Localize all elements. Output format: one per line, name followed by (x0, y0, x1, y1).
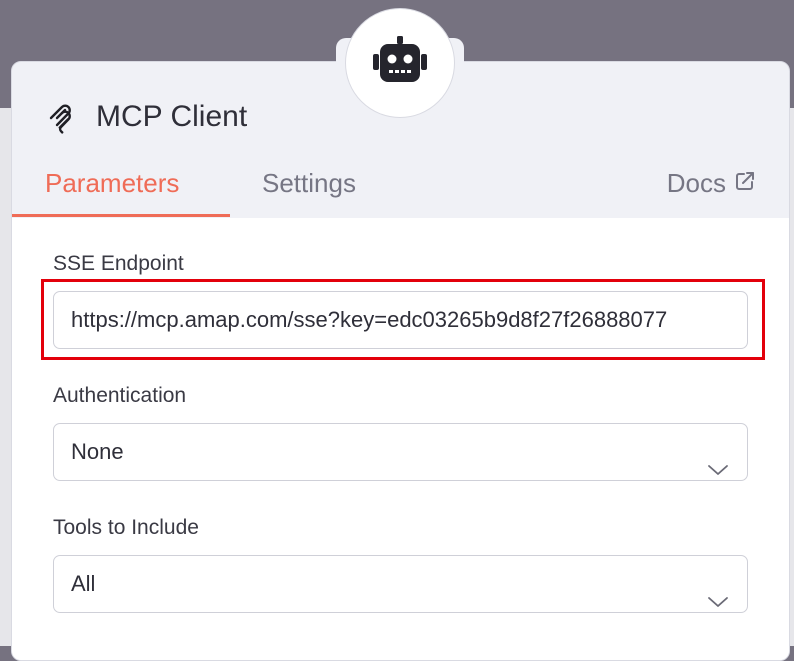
chevron-down-icon (707, 443, 729, 475)
sse-endpoint-label: SSE Endpoint (53, 252, 184, 275)
authentication-label: Authentication (53, 384, 187, 407)
authentication-select[interactable]: None (53, 423, 748, 481)
node-title: MCP Client (96, 100, 248, 133)
node-details-panel: MCP Client Parameters Settings Docs SSE … (11, 61, 790, 661)
sse-endpoint-input[interactable] (53, 291, 748, 349)
external-link-icon (734, 168, 756, 199)
robot-icon (370, 35, 430, 91)
tab-docs[interactable]: Docs (667, 168, 756, 199)
chevron-down-icon (707, 575, 729, 607)
tab-settings[interactable]: Settings (262, 168, 356, 199)
tools-to-include-value: All (71, 571, 96, 596)
tools-to-include-label: Tools to Include (53, 516, 199, 539)
mcp-plug-icon (48, 104, 78, 134)
tools-to-include-select[interactable]: All (53, 555, 748, 613)
tab-parameters[interactable]: Parameters (45, 168, 179, 199)
active-tab-indicator (12, 214, 230, 217)
docs-label: Docs (666, 168, 726, 198)
node-badge (345, 8, 455, 118)
parameters-content: SSE Endpoint Authentication None Tools t… (12, 218, 789, 660)
authentication-value: None (71, 439, 124, 464)
